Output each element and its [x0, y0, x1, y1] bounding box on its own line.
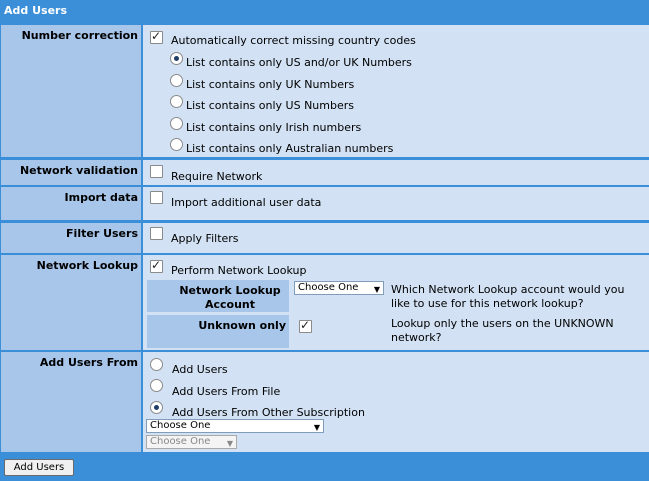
import-data-checkbox[interactable]: [150, 191, 163, 204]
radio-us-label: List contains only US Numbers: [186, 99, 354, 112]
radio-add-users-file-label: Add Users From File: [172, 385, 281, 398]
require-network-checkbox[interactable]: [150, 165, 163, 178]
network-lookup-checkbox[interactable]: [150, 258, 163, 273]
secondary-select[interactable]: Choose One ▼: [146, 435, 237, 449]
lookup-account-label-cell: Network Lookup Account: [147, 280, 289, 312]
value-import-data: Import additional user data: [143, 187, 649, 220]
value-add-users-from: Add Users Add Users From File Add Users …: [143, 352, 649, 452]
radio-irish-label: List contains only Irish numbers: [186, 121, 362, 134]
radio-australian[interactable]: [170, 138, 183, 151]
unknown-only-checkbox-cell: [291, 315, 387, 348]
radio-us-uk-label: List contains only US and/or UK Numbers: [186, 56, 412, 69]
row-filter-users: Filter Users Apply Filters: [1, 223, 649, 253]
add-users-panel: Add Users Number correction Automaticall…: [0, 0, 649, 481]
lookup-account-select[interactable]: Choose One ▼: [294, 281, 384, 295]
subscription-select-value: Choose One: [150, 420, 211, 431]
chevron-down-icon: ▼: [226, 439, 233, 448]
lookup-account-select-value: Choose One: [298, 282, 359, 293]
add-users-button[interactable]: Add Users: [4, 459, 74, 476]
label-filter-users: Filter Users: [1, 223, 141, 253]
unknown-only-label-cell: Unknown only: [147, 315, 289, 348]
value-network-validation: Require Network: [143, 160, 649, 185]
subscription-select[interactable]: Choose One ▼: [146, 419, 324, 433]
label-network-validation: Network validation: [1, 160, 141, 185]
radio-add-users-subscription-label: Add Users From Other Subscription: [172, 406, 365, 419]
label-network-lookup: Network Lookup: [1, 255, 141, 350]
radio-uk[interactable]: [170, 74, 183, 87]
radio-us-uk[interactable]: [170, 52, 183, 65]
row-network-validation: Network validation Require Network: [1, 160, 649, 185]
lookup-account-select-cell: Choose One ▼: [291, 280, 387, 312]
radio-add-users-file[interactable]: [150, 379, 163, 392]
lookup-account-help: Which Network Lookup account would you l…: [391, 283, 625, 310]
value-network-lookup: Perform Network Lookup Network Lookup Ac…: [143, 255, 649, 350]
panel-title: Add Users: [4, 4, 68, 17]
radio-add-users-subscription[interactable]: [150, 401, 163, 414]
auto-correct-checkbox[interactable]: [150, 29, 163, 44]
auto-correct-label: Automatically correct missing country co…: [171, 34, 416, 47]
require-network-label: Require Network: [171, 170, 263, 183]
label-import-data: Import data: [1, 187, 141, 220]
secondary-select-value: Choose One: [150, 436, 211, 447]
row-import-data: Import data Import additional user data: [1, 187, 649, 220]
label-add-users-from: Add Users From: [1, 352, 141, 452]
row-number-correction: Number correction Automatically correct …: [1, 25, 649, 157]
radio-irish[interactable]: [170, 117, 183, 130]
chevron-down-icon: ▼: [373, 285, 380, 294]
apply-filters-label: Apply Filters: [171, 232, 239, 245]
radio-us[interactable]: [170, 95, 183, 108]
row-network-lookup: Network Lookup Perform Network Lookup Ne…: [1, 255, 649, 350]
row-add-users-from: Add Users From Add Users Add Users From …: [1, 352, 649, 452]
unknown-only-checkbox[interactable]: [299, 318, 312, 333]
label-number-correction: Number correction: [1, 25, 141, 157]
radio-uk-label: List contains only UK Numbers: [186, 78, 355, 91]
import-data-label: Import additional user data: [171, 196, 322, 209]
radio-add-users[interactable]: [150, 358, 163, 371]
unknown-only-label: Unknown only: [198, 319, 286, 332]
lookup-account-label: Network Lookup Account: [179, 284, 281, 311]
apply-filters-checkbox[interactable]: [150, 227, 163, 240]
value-filter-users: Apply Filters: [143, 223, 649, 253]
value-number-correction: Automatically correct missing country co…: [143, 25, 649, 157]
network-lookup-label: Perform Network Lookup: [171, 264, 307, 277]
chevron-down-icon: ▼: [313, 423, 320, 432]
radio-add-users-label: Add Users: [172, 363, 228, 376]
unknown-only-help: Lookup only the users on the UNKNOWN net…: [391, 317, 614, 344]
radio-australian-label: List contains only Australian numbers: [186, 142, 394, 155]
